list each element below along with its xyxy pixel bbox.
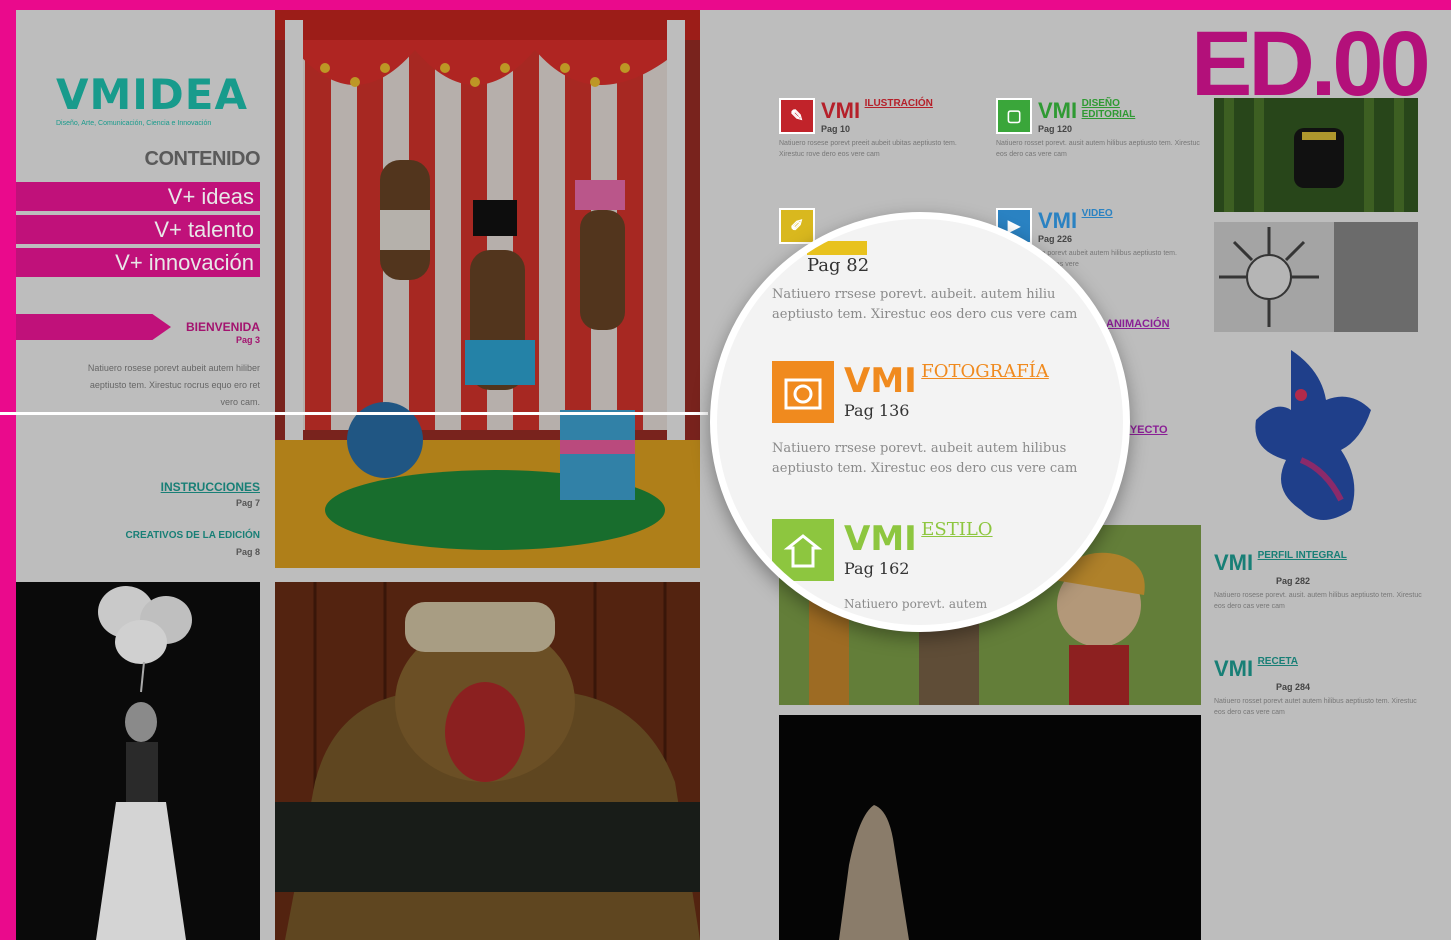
- photo-dim: [275, 582, 700, 940]
- hanger-glyph: [783, 534, 823, 568]
- hanger-icon: [772, 519, 834, 581]
- zoom-estilo-brand: VMI: [844, 519, 917, 559]
- zoom-foto-text: Natiuero rrsese porevt. aubeit autem hil…: [772, 441, 1078, 476]
- photo-dim: [1214, 98, 1418, 212]
- section-page: Pag 226: [1038, 234, 1073, 244]
- section-receta[interactable]: VMI RECETA Pag 284 Natiuero rosset porev…: [1214, 656, 1424, 718]
- layout-icon: ▢: [996, 98, 1032, 134]
- magnifier-connector-line: [0, 412, 708, 415]
- balloon-woman-illustration: [16, 582, 260, 940]
- wolf-drawing: [779, 715, 1201, 940]
- zoom-foto-brand: VMI: [844, 361, 917, 401]
- section-page: Pag 284: [1276, 682, 1311, 692]
- menu-item-talento[interactable]: V+ talento: [16, 215, 260, 244]
- peacock-illustration: [1231, 340, 1406, 530]
- creatives-page: Pag 8: [235, 547, 260, 557]
- camera-glyph: [784, 378, 822, 410]
- zoom-top-page: Pag 82: [807, 255, 870, 276]
- menu-item-ideas[interactable]: V+ ideas: [16, 182, 260, 211]
- pencil-icon: ✎: [779, 98, 815, 134]
- section-title: PERFIL INTEGRAL: [1257, 550, 1347, 561]
- section-diseno-editorial[interactable]: ▢ VMI DISEÑO EDITORIAL Pag 120 Natiuero …: [996, 98, 1201, 160]
- camera-icon: [772, 361, 834, 423]
- vmidea-logo: VMIDEA: [56, 70, 248, 119]
- zoom-estilo-text: Natiuero porevt. autem: [844, 597, 988, 611]
- section-ilustracion[interactable]: ✎ VMI ILUSTRACIÓN Pag 10 Natiuero rosese…: [779, 98, 984, 160]
- zoom-foto-title: FOTOGRAFÍA: [921, 361, 1049, 382]
- zoom-foto-page: Pag 136: [844, 401, 910, 420]
- menu-item-innovacion[interactable]: V+ innovación: [16, 248, 260, 277]
- section-page: Pag 282: [1276, 576, 1311, 586]
- photo-dim: [275, 10, 700, 568]
- section-brand: VMI: [1214, 550, 1254, 575]
- contents-heading: CONTENIDO: [144, 148, 261, 170]
- zoom-foto-section[interactable]: VMI FOTOGRAFÍA Pag 136: [772, 361, 1049, 423]
- section-page: Pag 120: [1038, 124, 1073, 134]
- section-title: ILUSTRACIÓN: [864, 98, 933, 109]
- section-text: Natiuero rosset porevt autet autem hilib…: [1214, 698, 1417, 716]
- section-brand: VMI: [1214, 656, 1254, 681]
- section-title: ANIMACIÓN: [1106, 318, 1170, 330]
- zoom-top-text: Natiuero rrsese porevt. aubeit. autem hi…: [772, 287, 1078, 322]
- section-text: Natiuero rosset porevt. ausit autem hili…: [996, 140, 1200, 158]
- section-title: DISEÑO EDITORIAL: [1081, 98, 1136, 120]
- section-brand: VMI: [1038, 98, 1078, 123]
- welcome-title[interactable]: BIENVENIDA: [186, 320, 260, 334]
- welcome-arrow-shape: [16, 314, 171, 340]
- magnifier-lens: Pag 82 Natiuero rrsese porevt. aubeit. a…: [710, 212, 1130, 632]
- section-brand: VMI: [821, 98, 861, 123]
- bear-illustration: [275, 582, 700, 940]
- photo-dim: [1214, 222, 1418, 332]
- zoom-estilo-section[interactable]: VMI ESTILO Pag 162: [772, 519, 993, 581]
- zoom-estilo-title: ESTILO: [921, 519, 993, 540]
- brush-icon: ✐: [779, 208, 815, 244]
- logo-tagline: Diseño, Arte, Comunicación, Ciencia e In…: [56, 120, 212, 127]
- welcome-page: Pag 3: [235, 335, 260, 345]
- welcome-text: Natiuero rosese porevt aubeit autem hili…: [87, 363, 260, 407]
- peacock-drawing: [1255, 350, 1371, 520]
- section-title: VIDEO: [1081, 208, 1113, 219]
- section-animacion[interactable]: ANIMACIÓN: [1106, 314, 1170, 332]
- balloon-woman-photo: [16, 582, 260, 940]
- section-brand: VMI: [1038, 208, 1078, 233]
- partial-yellow-bar: [807, 241, 867, 255]
- instructions-link[interactable]: INSTRUCCIONES: [161, 480, 260, 494]
- section-title: RECETA: [1257, 656, 1298, 667]
- wheel-sketch: [1214, 222, 1418, 332]
- wolf-photo: [779, 715, 1201, 940]
- section-text: Natiuero rosese porevt preeit aubeit ubi…: [779, 140, 957, 158]
- bamboo-car-photo: [1214, 98, 1418, 212]
- circus-puppets-photo: [275, 10, 700, 568]
- zoom-estilo-page: Pag 162: [844, 559, 910, 578]
- instructions-page: Pag 7: [235, 498, 260, 508]
- section-perfil-integral[interactable]: VMI PERFIL INTEGRAL Pag 282 Natiuero ros…: [1214, 550, 1424, 612]
- section-page: Pag 10: [821, 124, 851, 134]
- section-text: Natiuero rosese porevt. ausit. autem hil…: [1214, 592, 1422, 610]
- creatives-link[interactable]: CREATIVOS DE LA EDICIÓN: [126, 530, 260, 541]
